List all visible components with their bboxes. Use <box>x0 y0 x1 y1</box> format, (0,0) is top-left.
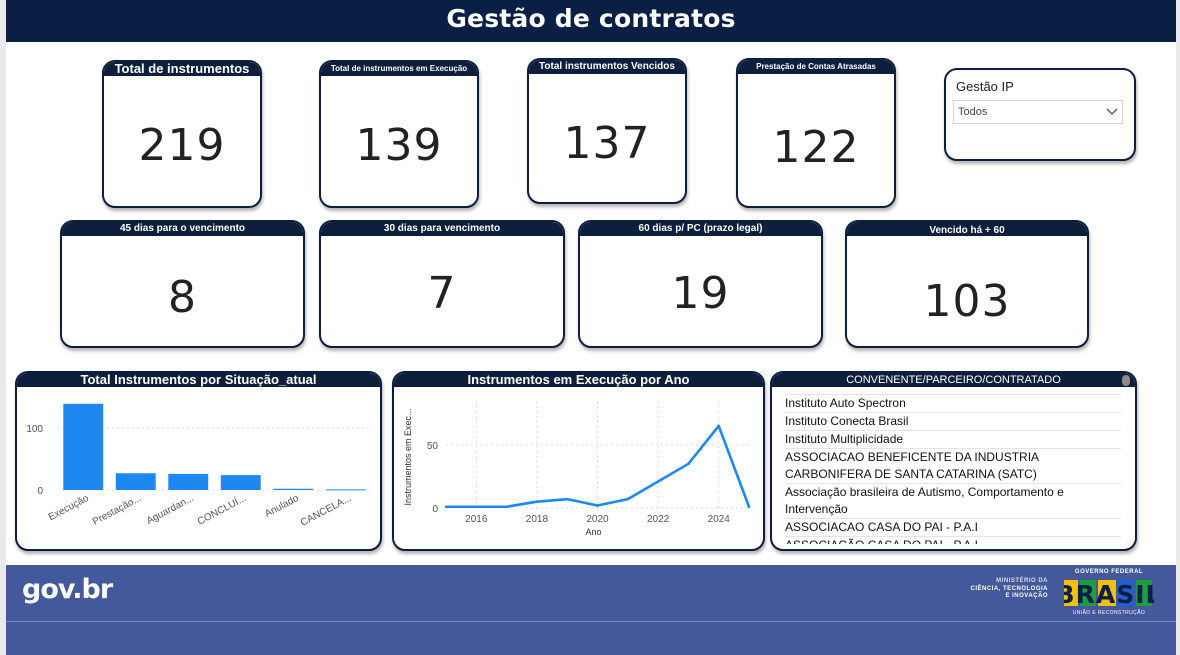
gov-top-text: GOVERNO FEDERAL <box>1074 569 1144 575</box>
kpi-card-60-dias-pc[interactable]: 60 dias p/ PC (prazo legal) 19 <box>578 220 823 348</box>
x-tick-label: 2020 <box>586 514 609 525</box>
x-tick-label: CONCLUÍ... <box>195 491 248 528</box>
dashboard-canvas: Gestão de contratos Total de instrumento… <box>6 0 1176 655</box>
bar-chart: 0 100 Execução Prestação... Aguardan... CONCL… <box>26 403 372 529</box>
ministry-line: MINISTÉRIO DA <box>996 578 1048 584</box>
kpi-value: 19 <box>671 268 730 319</box>
chevron-down-icon <box>1106 108 1118 115</box>
slicer-value: Todos <box>958 106 988 118</box>
brasil-wordmark: BRASIL <box>1064 580 1154 608</box>
data-point[interactable] <box>565 497 569 501</box>
kpi-card-vencidos[interactable]: Total instrumentos Vencidos 137 <box>527 58 687 204</box>
kpi-value: 8 <box>168 272 197 323</box>
slicer-dropdown[interactable]: Todos <box>953 100 1123 124</box>
kpi-value: 137 <box>563 118 651 169</box>
bar[interactable] <box>273 488 314 490</box>
data-point[interactable] <box>656 480 660 483</box>
ministry-line: E INOVAÇÃO <box>1005 593 1048 599</box>
kpi-card-total-instrumentos[interactable]: Total de instrumentos 219 <box>102 60 262 208</box>
kpi-card-vencido-60[interactable]: Vencido há + 60 103 <box>845 220 1089 348</box>
footer-divider <box>6 621 1176 622</box>
ministry-logo: MINISTÉRIO DA CIÊNCIA, TECNOLOGIA E INOV… <box>934 578 1048 601</box>
kpi-title: 45 dias para o vencimento <box>62 222 303 236</box>
brasil-word: BRASIL <box>1064 580 1154 608</box>
y-tick-label: 100 <box>26 424 43 435</box>
table-row[interactable]: ASSOCIAÇÃO CASA DO PAI - P.A.I <box>785 537 1121 544</box>
data-point[interactable] <box>596 504 599 507</box>
bar[interactable] <box>168 473 209 490</box>
bar-chart-panel[interactable]: Total Instrumentos por Situação_atual 0 1… <box>15 371 382 551</box>
data-point[interactable] <box>475 505 478 509</box>
bar[interactable] <box>220 475 261 490</box>
x-tick-label: 2016 <box>465 514 488 525</box>
slicer-label: Gestão IP <box>956 79 1014 94</box>
line-chart-panel[interactable]: Instrumentos em Execução por Ano 2016 201… <box>392 371 765 551</box>
kpi-card-em-execucao[interactable]: Total de instrumentos em Execução 139 <box>319 60 479 208</box>
y-axis-label: Instrumentos em Exec... <box>403 408 413 505</box>
page-header: Gestão de contratos <box>6 0 1176 42</box>
y-tick-label: 50 <box>427 441 439 452</box>
data-point[interactable] <box>626 497 630 501</box>
x-tick-label: 2018 <box>526 514 549 525</box>
kpi-card-pc-atrasadas[interactable]: Prestação de Contas Atrasadas 122 <box>736 58 896 208</box>
x-tick-label: 2024 <box>708 514 731 525</box>
x-tick-label: Execução <box>47 493 91 524</box>
bar[interactable] <box>115 473 156 490</box>
kpi-title: 30 dias para vencimento <box>321 222 563 236</box>
kpi-card-30-dias[interactable]: 30 dias para vencimento 7 <box>319 220 565 348</box>
kpi-value: 219 <box>138 120 226 171</box>
governo-federal-logo: GOVERNO FEDERAL BRASIL UNIÃO E RECONSTRU… <box>1061 569 1157 617</box>
kpi-value: 103 <box>923 276 1011 327</box>
table-row[interactable]: ASSOCIACAO BENEFICENTE DA INDUSTRIA CARB… <box>785 449 1121 484</box>
kpi-value: 7 <box>427 268 457 319</box>
y-tick-label: 0 <box>37 486 43 497</box>
gestao-ip-slicer[interactable]: Gestão IP Todos <box>944 68 1136 161</box>
data-point[interactable] <box>687 462 690 466</box>
y-tick-label: 0 <box>432 504 438 515</box>
kpi-title: Prestação de Contas Atrasadas <box>738 60 894 74</box>
table-row[interactable]: Instituto Multiplicidade <box>785 431 1121 449</box>
x-tick-label: Anulado <box>263 493 301 520</box>
bar[interactable] <box>63 403 104 490</box>
table-row[interactable]: Instituto Conecta Brasil <box>785 413 1121 431</box>
kpi-title: Total de instrumentos em Execução <box>321 62 477 76</box>
data-point[interactable] <box>535 500 539 503</box>
govbr-logo[interactable]: gov.br <box>22 574 113 605</box>
table-row[interactable]: Instituto Auto Spectron <box>785 394 1121 413</box>
x-tick-label: Aguardan... <box>145 493 196 527</box>
kpi-title: Total instrumentos Vencidos <box>529 60 685 74</box>
x-tick-label: CANCELA... <box>299 493 353 529</box>
data-point[interactable] <box>505 505 508 509</box>
partner-table-panel[interactable]: CONVENENTE/PARCEIRO/CONTRATADO Instituto… <box>770 371 1137 551</box>
line-chart: 2016 2018 2020 2022 2024 0 50 Ano Instrumentos e… <box>403 401 751 537</box>
line-chart-title: Instrumentos em Execução por Ano <box>394 373 763 387</box>
page-title: Gestão de contratos <box>446 4 736 33</box>
kpi-title: Vencido há + 60 <box>847 222 1087 236</box>
ministry-line: CIÊNCIA, TECNOLOGIA <box>970 585 1048 592</box>
data-point[interactable] <box>444 505 448 509</box>
bar[interactable] <box>325 489 366 491</box>
bar-chart-title: Total Instrumentos por Situação_atual <box>17 373 380 387</box>
x-tick-label: 2022 <box>647 514 670 525</box>
kpi-title: 60 dias p/ PC (prazo legal) <box>580 222 821 236</box>
kpi-value: 122 <box>772 122 860 173</box>
gov-bottom-text: UNIÃO E RECONSTRUÇÃO <box>1072 610 1146 616</box>
x-axis-label: Ano <box>585 527 601 537</box>
kpi-title: Total de instrumentos <box>104 62 260 76</box>
table-header: CONVENENTE/PARCEIRO/CONTRATADO <box>772 373 1135 387</box>
footer: gov.br MINISTÉRIO DA CIÊNCIA, TECNOLOGIA… <box>6 565 1176 655</box>
data-point[interactable] <box>747 505 751 509</box>
table-body[interactable]: Instituto Auto Spectron Instituto Conecta… <box>785 394 1121 544</box>
table-scrollbar[interactable] <box>1122 375 1130 386</box>
kpi-value: 139 <box>355 120 443 171</box>
table-row[interactable]: Associação brasileira de Autismo, Compor… <box>785 484 1121 519</box>
x-tick-label: Prestação... <box>91 493 143 528</box>
table-row[interactable]: ASSOCIACAO CASA DO PAI - P.A.I <box>785 519 1121 537</box>
data-point[interactable] <box>717 424 720 428</box>
kpi-card-45-dias[interactable]: 45 dias para o vencimento 8 <box>60 220 305 348</box>
